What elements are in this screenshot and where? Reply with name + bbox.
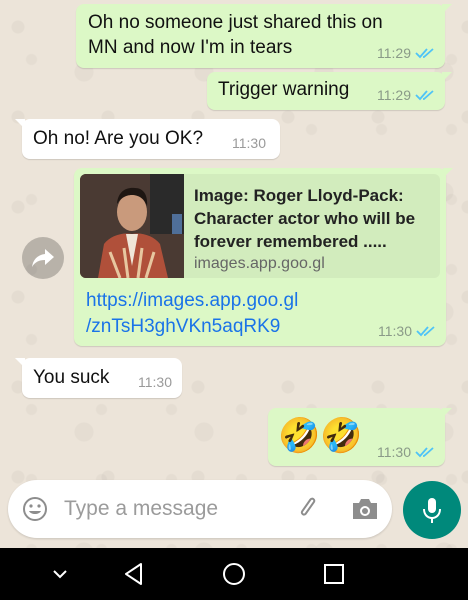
message-meta: 11:30 (232, 135, 266, 151)
double-check-icon (415, 447, 434, 458)
message-time: 11:29 (377, 45, 411, 61)
message-time: 11:30 (138, 374, 172, 390)
bubble-tail (15, 358, 25, 368)
system-nav-bar (0, 548, 468, 600)
attach-icon[interactable] (296, 496, 322, 522)
emoji-icon[interactable] (22, 496, 48, 522)
link-line[interactable]: /znTsH3ghVKn5aqRK9 (86, 314, 298, 340)
bubble-tail (442, 408, 452, 418)
message-composer[interactable]: Type a message (8, 480, 392, 538)
bubble-tail (442, 4, 452, 14)
nav-collapse-icon[interactable] (46, 560, 74, 588)
message-bubble-link[interactable]: Image: Roger Lloyd-Pack: Character actor… (74, 168, 453, 346)
message-time: 11:30 (232, 135, 266, 151)
message-bubble-outgoing[interactable]: 🤣🤣 11:30 (268, 408, 452, 466)
link-line[interactable]: https://images.app.goo.gl (86, 288, 298, 314)
message-meta: 11:29 (377, 45, 435, 61)
message-text: You suck (33, 367, 110, 388)
emoji-message: 🤣🤣 (278, 417, 363, 455)
message-bubble-outgoing[interactable]: Trigger warning 11:29 (207, 72, 452, 110)
forward-icon (32, 249, 54, 267)
camera-icon[interactable] (351, 497, 379, 521)
message-text: Trigger warning (218, 79, 350, 100)
forward-button[interactable] (22, 237, 64, 279)
message-text: Oh no! Are you OK? (33, 128, 204, 149)
message-meta: 11:30 (138, 374, 172, 390)
bubble-tail (443, 168, 453, 178)
message-bubble-incoming[interactable]: Oh no! Are you OK? 11:30 (15, 119, 280, 159)
message-time: 11:30 (377, 444, 411, 460)
message-meta: 11:30 (378, 323, 436, 339)
message-bubble-outgoing[interactable]: Oh no someone just shared this on MN and… (76, 4, 452, 68)
voice-record-button[interactable] (403, 481, 461, 539)
preview-title-line: Character actor who will be (194, 209, 416, 228)
message-line: Oh no someone just shared this on (88, 12, 383, 33)
chat-background: Oh no someone just shared this on MN and… (0, 0, 468, 548)
preview-domain: images.app.goo.gl (194, 255, 325, 272)
message-meta: 11:30 (377, 444, 435, 460)
preview-title-line: Image: Roger Lloyd-Pack: (194, 186, 404, 205)
message-input[interactable]: Type a message (64, 497, 218, 521)
actor-image (80, 174, 184, 278)
message-text: Oh no someone just shared this on MN and… (88, 10, 383, 60)
message-time: 11:29 (377, 87, 411, 103)
bubble-tail (15, 119, 25, 129)
nav-home-icon[interactable] (220, 560, 248, 588)
message-line: MN and now I'm in tears (88, 37, 293, 58)
bubble-tail (442, 72, 452, 82)
message-bubble-incoming[interactable]: You suck 11:30 (15, 358, 182, 398)
link-preview-card[interactable]: Image: Roger Lloyd-Pack: Character actor… (80, 174, 440, 278)
nav-recents-icon[interactable] (320, 560, 348, 588)
message-meta: 11:29 (377, 87, 435, 103)
double-check-icon (415, 48, 434, 59)
preview-title-line: forever remembered ..... (194, 232, 387, 251)
double-check-icon (415, 90, 434, 101)
preview-title: Image: Roger Lloyd-Pack: Character actor… (194, 184, 434, 253)
nav-back-icon[interactable] (120, 560, 148, 588)
double-check-icon (416, 326, 435, 337)
message-time: 11:30 (378, 323, 412, 339)
preview-thumbnail (80, 174, 184, 278)
message-link[interactable]: https://images.app.goo.gl /znTsH3ghVKn5a… (86, 288, 298, 340)
mic-icon (423, 498, 441, 523)
